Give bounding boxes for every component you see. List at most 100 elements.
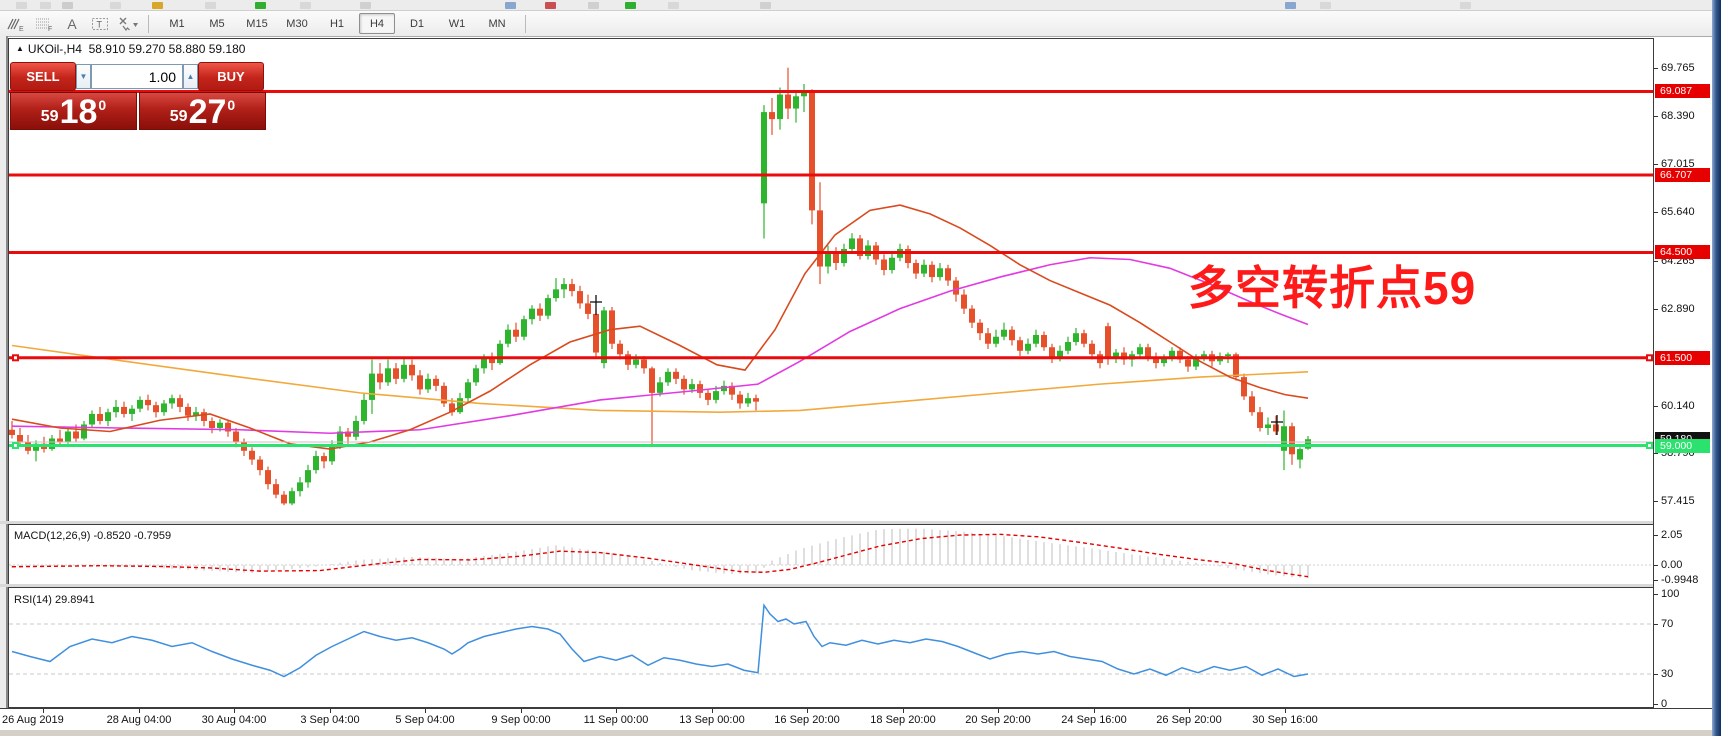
- label-tool-icon[interactable]: T: [88, 14, 112, 34]
- symbol-period: UKOil-,H4: [28, 42, 82, 56]
- date-label: 26 Aug 2019: [2, 714, 64, 726]
- price-tick-label: 68.390: [1661, 110, 1695, 122]
- svg-text:E: E: [19, 26, 24, 32]
- volume-input[interactable]: [91, 64, 183, 89]
- window-bottom-edge: [0, 730, 1721, 736]
- timeframe-buttons: M1M5M15M30H1H4D1W1MN: [157, 13, 517, 34]
- buy-price-big: 27: [189, 95, 227, 129]
- clipped-icon: [1460, 2, 1471, 9]
- timeframe-h1[interactable]: H1: [319, 13, 355, 34]
- date-label: 24 Sep 16:00: [1061, 714, 1126, 726]
- macd-label: MACD(12,26,9) -0.8520 -0.7959: [14, 530, 171, 542]
- rsi-axis-label: 100: [1661, 588, 1679, 600]
- clipped-icon: [625, 2, 636, 9]
- price-badge-64.500: 64.500: [1655, 245, 1710, 259]
- price-badge-66.707: 66.707: [1655, 168, 1710, 182]
- sell-price-small: 59: [41, 108, 59, 126]
- indicators-icon[interactable]: E: [4, 14, 28, 34]
- clipped-icon: [588, 2, 599, 9]
- rsi-axis-label: 70: [1661, 618, 1673, 630]
- clipped-icon: [205, 2, 216, 9]
- date-label: 13 Sep 00:00: [679, 714, 744, 726]
- symbol-triangle-icon: ▲: [16, 44, 24, 53]
- grid-icon[interactable]: F: [32, 14, 56, 34]
- chinese-annotation: 多空转折点59: [1188, 252, 1476, 318]
- ma-magenta: [12, 258, 1308, 434]
- buy-price-panel[interactable]: 59 27 0: [139, 92, 266, 130]
- toolbar: E F A T M1M: [0, 11, 1721, 37]
- price-badge-59.000: 59.000: [1655, 439, 1710, 453]
- timeframe-m15[interactable]: M15: [239, 13, 275, 34]
- timeframe-w1[interactable]: W1: [439, 13, 475, 34]
- date-label: 11 Sep 00:00: [584, 714, 649, 726]
- buy-button[interactable]: BUY: [198, 62, 264, 91]
- window-left-edge: [0, 36, 8, 736]
- date-label: 26 Sep 20:00: [1156, 714, 1221, 726]
- sell-price-panel[interactable]: 59 18 0: [10, 92, 137, 130]
- rsi-label: RSI(14) 29.8941: [14, 594, 95, 606]
- timeframe-d1[interactable]: D1: [399, 13, 435, 34]
- sell-button[interactable]: SELL: [10, 62, 76, 91]
- date-label: 16 Sep 20:00: [774, 714, 839, 726]
- sell-price-sup: 0: [98, 97, 106, 113]
- toolbar-separator: [525, 15, 526, 33]
- svg-text:F: F: [48, 26, 52, 32]
- date-label: 28 Aug 04:00: [107, 714, 172, 726]
- clipped-icon: [1285, 2, 1296, 9]
- macd-axis-label: 0.00: [1661, 559, 1682, 571]
- clipped-icon: [505, 2, 516, 9]
- clipped-icon: [16, 2, 27, 9]
- macd-axis-label: -0.9948: [1661, 574, 1698, 586]
- chart-title: ▲ UKOil-,H4 58.910 59.270 58.880 59.180: [16, 42, 245, 56]
- date-label: 30 Sep 16:00: [1252, 714, 1317, 726]
- volume-increase-button[interactable]: ▲: [183, 64, 198, 89]
- price-badge-61.500: 61.500: [1655, 351, 1710, 365]
- date-label: 18 Sep 20:00: [870, 714, 935, 726]
- clipped-icon: [760, 2, 771, 9]
- clipped-icon: [40, 2, 51, 9]
- price-tick-label: 62.890: [1661, 303, 1695, 315]
- timeframe-mn[interactable]: MN: [479, 13, 515, 34]
- clipped-icon: [152, 2, 163, 9]
- text-tool-icon[interactable]: A: [60, 14, 84, 34]
- clipped-icon: [360, 2, 371, 9]
- macd-axis-label: 2.05: [1661, 529, 1682, 541]
- date-axis[interactable]: 26 Aug 2019 28 Aug 04:00 30 Aug 04:00 3 Sep…: [0, 708, 1712, 731]
- buy-price-small: 59: [170, 108, 188, 126]
- price-tick-label: 69.765: [1661, 62, 1695, 74]
- desktop-edge-strip: [1712, 0, 1721, 736]
- timeframe-m30[interactable]: M30: [279, 13, 315, 34]
- clipped-icon: [62, 2, 73, 9]
- price-tick-label: 65.640: [1661, 206, 1695, 218]
- date-label: 9 Sep 00:00: [491, 714, 550, 726]
- mt4-window: E F A T M1M: [0, 0, 1721, 736]
- date-label: 3 Sep 04:00: [300, 714, 359, 726]
- date-label: 5 Sep 04:00: [395, 714, 454, 726]
- buy-price-sup: 0: [227, 97, 235, 113]
- cursor-tools-icon[interactable]: [116, 14, 140, 34]
- sell-price-big: 18: [60, 95, 98, 129]
- timeframe-h4[interactable]: H4: [359, 13, 395, 34]
- clipped-icon: [300, 2, 311, 9]
- rsi-canvas[interactable]: [9, 588, 1653, 707]
- timeframe-m5[interactable]: M5: [199, 13, 235, 34]
- price-axis[interactable]: 69.76568.39067.01565.64064.26562.89060.1…: [1654, 38, 1712, 708]
- price-tick-label: 57.415: [1661, 495, 1695, 507]
- clipped-icon: [668, 2, 679, 9]
- clipped-icon: [545, 2, 556, 9]
- clipped-icon: [255, 2, 266, 9]
- price-tick-label: 60.140: [1661, 400, 1695, 412]
- date-label: 20 Sep 20:00: [965, 714, 1030, 726]
- clipped-icon: [110, 2, 121, 9]
- clipped-top-toolbar: [0, 0, 1721, 11]
- ohlc-values: 58.910 59.270 58.880 59.180: [89, 42, 246, 56]
- timeframe-m1[interactable]: M1: [159, 13, 195, 34]
- svg-text:T: T: [97, 19, 103, 29]
- rsi-axis-label: 30: [1661, 668, 1673, 680]
- clipped-icon: [1320, 2, 1331, 9]
- volume-decrease-button[interactable]: ▼: [76, 64, 91, 89]
- macd-canvas[interactable]: [9, 525, 1653, 584]
- price-badge-69.087: 69.087: [1655, 84, 1710, 98]
- date-label: 30 Aug 04:00: [202, 714, 267, 726]
- one-click-trading-widget: SELL ▼ ▲ BUY 59 18 0 59 27 0: [10, 62, 266, 130]
